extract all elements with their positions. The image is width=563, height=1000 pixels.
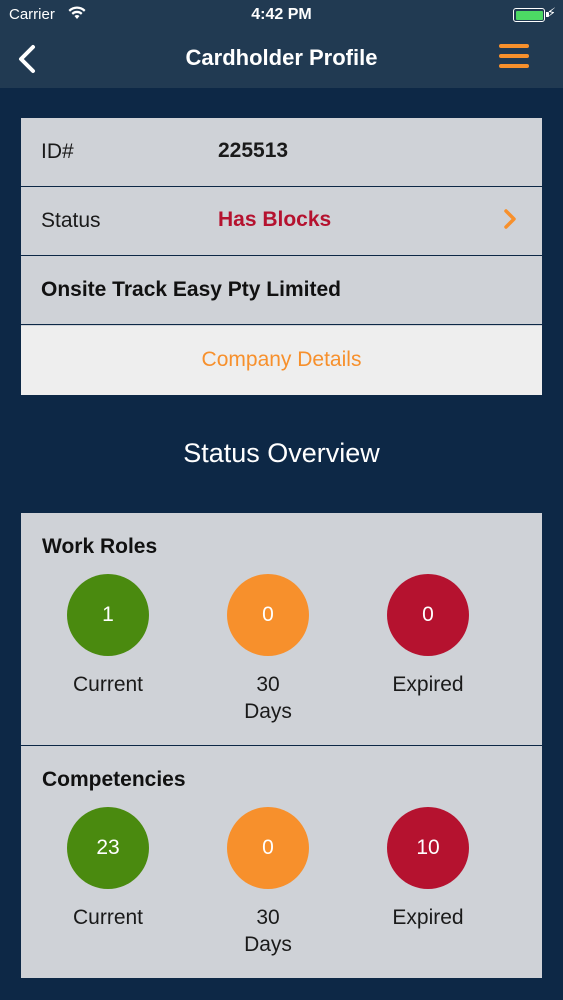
competencies-title: Competencies: [42, 768, 186, 791]
current-label: Current: [72, 673, 144, 696]
status-label: Status: [41, 209, 101, 232]
30-days-count-badge[interactable]: 0: [227, 574, 309, 656]
company-details-link[interactable]: Company Details: [21, 348, 542, 372]
competencies-30-days[interactable]: 0 30 Days: [198, 807, 338, 958]
status-bar: Carrier 4:42 PM ⚡︎: [0, 0, 563, 30]
work-roles-title: Work Roles: [42, 535, 158, 558]
current-label: Current: [72, 906, 144, 929]
expired-label: Expired: [392, 673, 464, 696]
competencies-expired[interactable]: 10 Expired: [358, 807, 498, 931]
battery-icon: [513, 8, 549, 22]
current-count-badge[interactable]: 23: [67, 807, 149, 889]
expired-count-badge[interactable]: 10: [387, 807, 469, 889]
expired-label: Expired: [392, 906, 464, 929]
work-roles-expired[interactable]: 0 Expired: [358, 574, 498, 698]
status-row[interactable]: Status Has Blocks: [21, 187, 542, 256]
status-overview-card: Work Roles 1 Current 0 30 Days 0 Expired…: [21, 513, 542, 978]
id-row: ID# 225513: [21, 118, 542, 187]
page-title: Cardholder Profile: [185, 45, 378, 70]
30-days-count-badge[interactable]: 0: [227, 807, 309, 889]
hamburger-menu-icon[interactable]: [499, 44, 529, 70]
id-value: 225513: [218, 139, 289, 162]
navigation-bar: Cardholder Profile: [0, 30, 563, 88]
clock: 4:42 PM: [251, 6, 312, 23]
charging-icon: ⚡︎: [546, 5, 556, 20]
status-value: Has Blocks: [218, 208, 332, 231]
work-roles-current[interactable]: 1 Current: [38, 574, 178, 698]
30-days-label-line1: 30: [256, 906, 280, 929]
current-count-badge[interactable]: 1: [67, 574, 149, 656]
company-name: Onsite Track Easy Pty Limited: [41, 278, 341, 301]
30-days-label: 30 Days: [198, 904, 338, 958]
company-details-button[interactable]: Company Details: [21, 326, 542, 395]
competencies-section: Competencies 23 Current 0 30 Days 10 Exp…: [21, 745, 542, 978]
expired-count-badge[interactable]: 0: [387, 574, 469, 656]
work-roles-30-days[interactable]: 0 30 Days: [198, 574, 338, 725]
work-roles-section: Work Roles 1 Current 0 30 Days 0 Expired: [21, 513, 542, 746]
profile-card: ID# 225513 Status Has Blocks Onsite Trac…: [21, 118, 542, 395]
30-days-label-line2: Days: [244, 933, 292, 956]
30-days-label-line1: 30: [256, 673, 280, 696]
company-row: Onsite Track Easy Pty Limited: [21, 256, 542, 325]
competencies-current[interactable]: 23 Current: [38, 807, 178, 931]
status-overview-title: Status Overview: [183, 438, 380, 468]
30-days-label-line2: Days: [244, 700, 292, 723]
30-days-label: 30 Days: [198, 671, 338, 725]
chevron-right-icon[interactable]: [502, 207, 518, 231]
id-label: ID#: [41, 140, 74, 163]
